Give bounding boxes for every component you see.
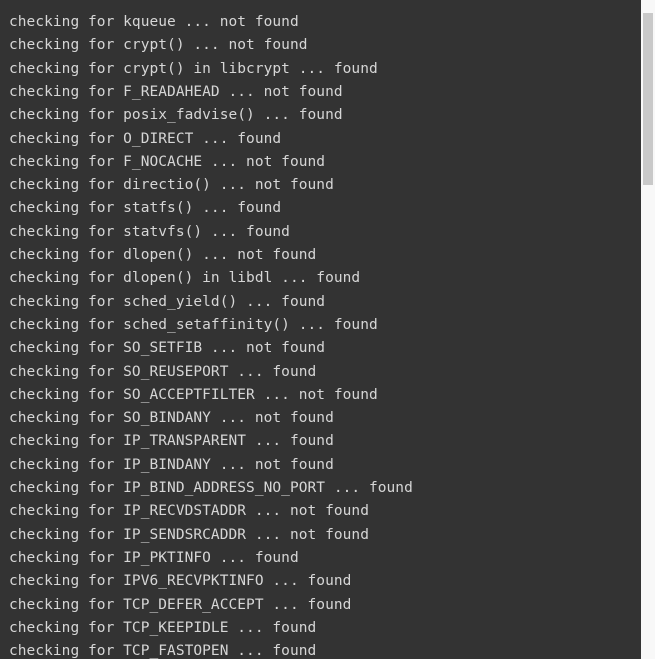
terminal-line: checking for IP_BINDANY ... not found [9,456,334,473]
terminal-line: checking for IP_RECVDSTADDR ... not foun… [9,503,369,520]
terminal-line: checking for statfs() ... found [9,200,282,217]
terminal-window: checking for kqueue ... not found checkin… [0,0,655,659]
terminal-line: checking for SO_ACCEPTFILTER ... not fou… [9,386,378,403]
terminal-output-area[interactable]: checking for kqueue ... not found checkin… [0,0,641,659]
terminal-line: checking for IP_PKTINFO ... found [9,549,299,566]
terminal-line: checking for IP_TRANSPARENT ... found [9,433,334,450]
terminal-line: checking for posix_fadvise() ... found [9,107,343,124]
terminal-line: checking for SO_REUSEPORT ... found [9,363,317,380]
terminal-line: checking for dlopen() in libdl ... found [9,270,361,287]
terminal-line: checking for TCP_KEEPIDLE ... found [9,619,317,636]
terminal-line: checking for crypt() ... not found [9,37,308,54]
terminal-line: checking for dlopen() ... not found [9,247,317,263]
terminal-line: checking for O_DIRECT ... found [9,130,282,147]
terminal-line: checking for F_NOCACHE ... not found [9,153,326,170]
terminal-line: checking for sched_yield() ... found [9,293,326,310]
terminal-line: checking for F_READAHEAD ... not found [9,83,343,100]
vertical-scrollbar[interactable] [641,0,655,659]
terminal-line: checking for crypt() in libcrypt ... fou… [9,60,378,77]
terminal-line: checking for kqueue ... not found [9,14,299,30]
terminal-line: checking for statvfs() ... found [9,223,290,240]
terminal-line: checking for IP_SENDSRCADDR ... not foun… [9,526,369,543]
terminal-line: checking for IP_BIND_ADDRESS_NO_PORT ...… [9,480,413,496]
scrollbar-thumb[interactable] [643,13,653,185]
terminal-line: checking for SO_BINDANY ... not found [9,410,334,427]
terminal-line: checking for TCP_DEFER_ACCEPT ... found [9,596,352,613]
terminal-line: checking for IPV6_RECVPKTINFO ... found [9,573,352,590]
terminal-line: checking for SO_SETFIB ... not found [9,340,326,357]
terminal-line: checking for directio() ... not found [9,177,334,194]
terminal-line: checking for sched_setaffinity() ... fou… [9,316,378,333]
terminal-line: checking for TCP_FASTOPEN ... found [9,643,317,659]
